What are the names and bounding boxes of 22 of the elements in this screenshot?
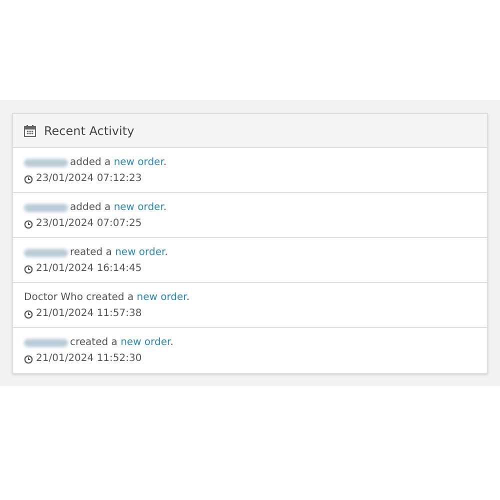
clock-icon (24, 354, 33, 364)
activity-text: reated a new order. (70, 246, 168, 260)
order-link[interactable]: new order (136, 292, 186, 303)
clock-icon (24, 174, 33, 184)
activity-text: added a new order. (70, 201, 167, 215)
activity-text: added a new order. (70, 156, 167, 170)
activity-time: 23/01/2024 07:12:23 (36, 172, 142, 186)
activity-time: 23/01/2024 07:07:25 (36, 217, 142, 231)
order-link[interactable]: new order (120, 337, 170, 348)
activity-text: created a new order. (70, 336, 174, 350)
calendar-icon (24, 124, 36, 136)
order-link[interactable]: new order (114, 202, 164, 213)
clock-icon (24, 220, 33, 228)
activity-time: 21/01/2024 11:57:38 (36, 307, 142, 321)
activity-time: 21/01/2024 11:52:30 (36, 352, 142, 366)
order-link[interactable]: new order (115, 247, 165, 258)
clock-icon (24, 264, 33, 274)
activity-text: Doctor Who created a new order. (24, 291, 190, 305)
panel-title: Recent Activity (44, 122, 134, 140)
order-link[interactable]: new order (114, 157, 164, 168)
activity-time: 21/01/2024 16:14:45 (36, 262, 142, 276)
clock-icon (24, 310, 33, 318)
